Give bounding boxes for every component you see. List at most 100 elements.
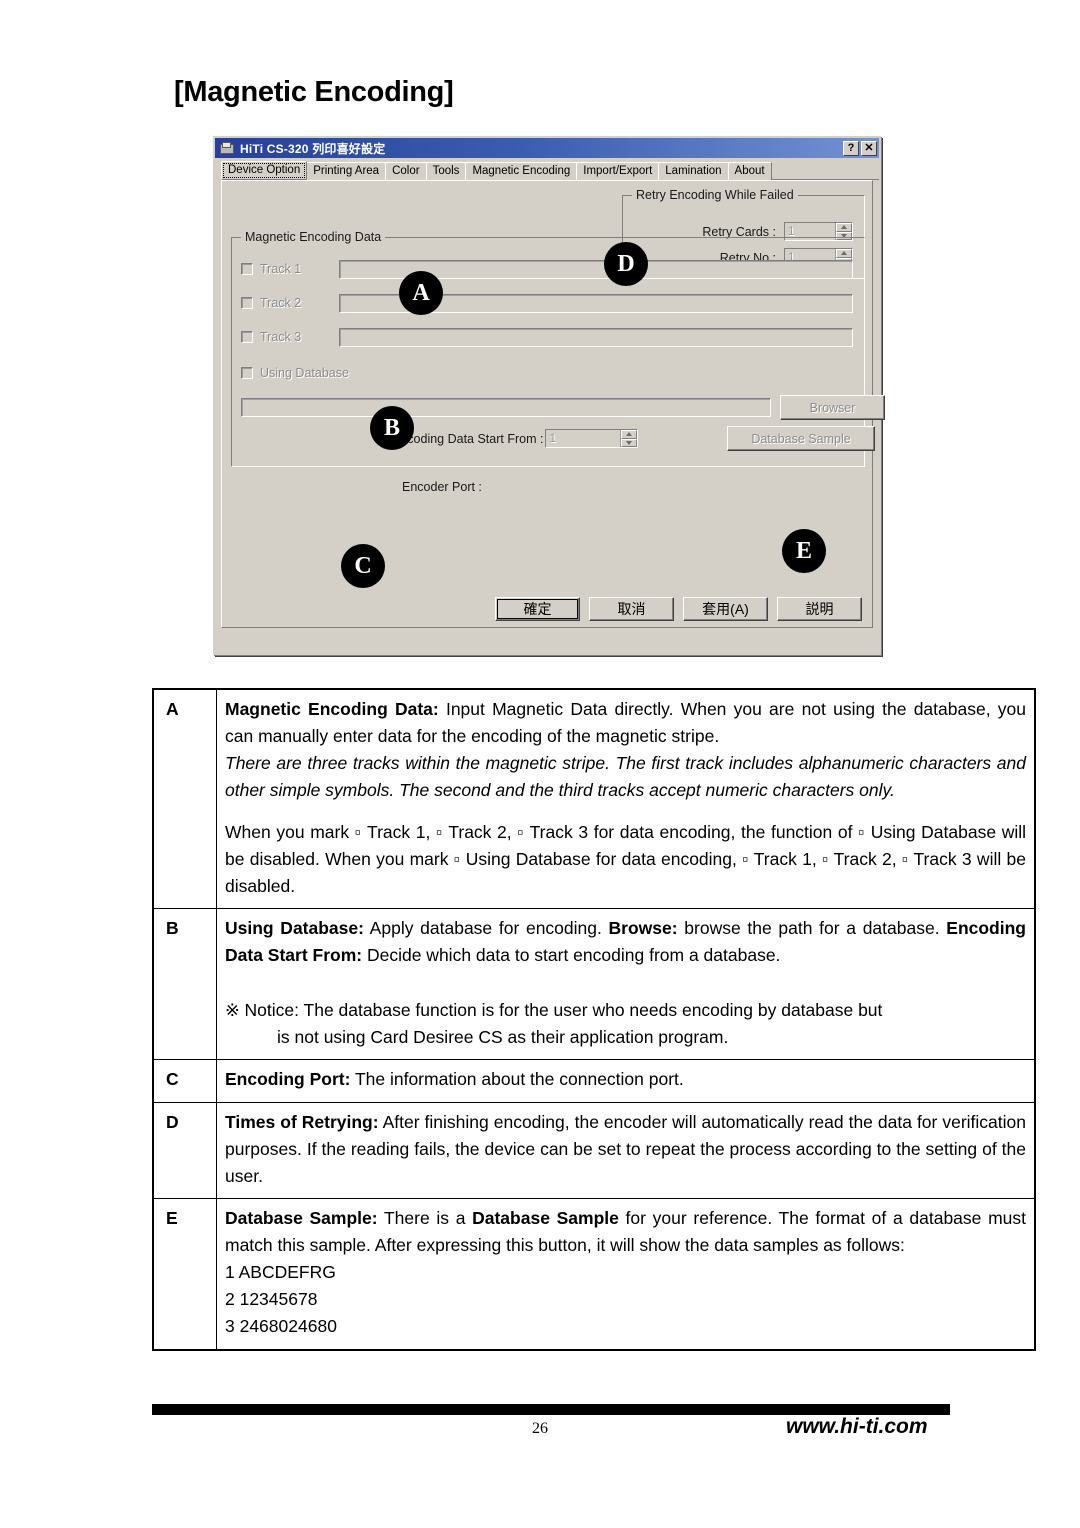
desc-e-sample-3: 3 2468024680	[225, 1316, 337, 1337]
track-3-checkbox[interactable]	[241, 331, 253, 343]
desc-b-t1-rest: Apply database for encoding.	[363, 917, 609, 938]
start-from-value[interactable]: 1	[546, 430, 621, 447]
desc-e-sample-1: 1 ABCDEFRG	[225, 1262, 336, 1283]
track-3-input[interactable]	[339, 328, 853, 347]
titlebar-buttons: ? ✕	[843, 140, 877, 156]
ok-button[interactable]: 確定	[495, 597, 580, 621]
description-table: A Magnetic Encoding Data: Input Magnetic…	[152, 688, 1036, 1351]
apply-button[interactable]: 套用(A)	[683, 597, 768, 621]
track-2-row: Track 2	[241, 296, 330, 310]
desc-a-paragraph-2: There are three tracks within the magnet…	[225, 753, 1026, 801]
track-3-label: Track 3	[260, 330, 302, 344]
desc-e-sample-2: 2 12345678	[225, 1289, 318, 1310]
track-3-row: Track 3	[241, 330, 330, 344]
tab-strip-filler	[770, 160, 879, 180]
desc-d-term: Times of Retrying:	[225, 1111, 379, 1132]
row-key-d: D	[152, 1101, 217, 1199]
row-key-e: E	[152, 1197, 217, 1351]
desc-a-spacer	[225, 805, 1026, 819]
chevron-down-icon[interactable]	[621, 438, 638, 447]
close-icon[interactable]: ✕	[861, 140, 877, 156]
table-row: E Database Sample: There is a Database S…	[152, 1197, 1036, 1351]
start-from-spin-buttons[interactable]	[620, 430, 638, 447]
start-from-label: Encoding Data Start From :	[392, 431, 544, 446]
desc-b-paragraph-1: Using Database: Apply database for encod…	[225, 915, 1026, 969]
row-key-b: B	[152, 907, 217, 1061]
callout-marker-a: A	[399, 271, 443, 315]
row-body-a: Magnetic Encoding Data: Input Magnetic D…	[216, 688, 1036, 909]
track-1-row: Track 1	[241, 262, 330, 276]
dialog-title: HiTi CS-320 列印喜好設定	[240, 141, 386, 156]
row-body-d: Times of Retrying: After finishing encod…	[216, 1101, 1036, 1199]
track-1-checkbox[interactable]	[241, 263, 253, 275]
callout-marker-c: C	[341, 544, 385, 588]
desc-c-term: Encoding Port:	[225, 1069, 351, 1090]
tab-tools[interactable]: Tools	[425, 162, 467, 180]
retry-group-title: Retry Encoding While Failed	[632, 188, 798, 202]
database-sample-button[interactable]: Database Sample	[727, 426, 875, 451]
tab-magnetic-encoding[interactable]: Magnetic Encoding	[465, 162, 578, 180]
row-key-a: A	[152, 688, 217, 909]
desc-c-paragraph: Encoding Port: The information about the…	[225, 1066, 1026, 1093]
desc-d-paragraph: Times of Retrying: After finishing encod…	[225, 1109, 1026, 1190]
using-database-label: Using Database	[260, 366, 349, 380]
table-row: D Times of Retrying: After finishing enc…	[152, 1101, 1036, 1199]
desc-e-term-2: Database Sample	[472, 1207, 619, 1228]
tab-import-export[interactable]: Import/Export	[576, 162, 660, 180]
tab-lamination[interactable]: Lamination	[658, 162, 729, 180]
encoder-port-label: Encoder Port :	[402, 480, 482, 494]
desc-b-notice: ※ Notice: The database function is for t…	[225, 997, 1026, 1051]
row-key-c: C	[152, 1059, 217, 1103]
using-database-row: Using Database	[241, 366, 349, 380]
tab-printing-area[interactable]: Printing Area	[306, 162, 387, 180]
page-title: [Magnetic Encoding]	[174, 76, 454, 108]
desc-c-rest: The information about the connection por…	[350, 1069, 684, 1090]
dialog-button-row: 確定 取消 套用(A) 説明	[222, 597, 872, 621]
chevron-up-icon[interactable]	[836, 223, 852, 232]
desc-e-paragraph: Database Sample: There is a Database Sam…	[225, 1205, 1026, 1259]
chevron-up-icon[interactable]	[621, 430, 638, 439]
tab-page-magnetic-encoding: Retry Encoding While Failed Retry Cards …	[221, 180, 885, 628]
footer-website-url: www.hi-ti.com	[786, 1415, 928, 1438]
help-button[interactable]: 説明	[777, 597, 862, 621]
track-2-label: Track 2	[260, 296, 302, 310]
desc-b-t3-rest: Decide which data to start encoding from…	[362, 945, 781, 965]
desc-b-spacer	[225, 969, 1026, 997]
using-database-checkbox[interactable]	[241, 367, 253, 379]
row-body-b: Using Database: Apply database for encod…	[216, 907, 1036, 1061]
magnetic-data-group-title: Magnetic Encoding Data	[241, 230, 386, 244]
printer-icon	[219, 141, 235, 155]
tab-device-option[interactable]: Device Option	[221, 161, 308, 180]
tab-about[interactable]: About	[727, 162, 772, 180]
magnetic-encoding-data-group: Magnetic Encoding Data Track 1 Track 2 T…	[231, 230, 885, 467]
desc-a-term: Magnetic Encoding Data:	[225, 699, 439, 719]
callout-marker-e: E	[782, 529, 826, 573]
callout-marker-d: D	[604, 242, 648, 286]
table-row: C Encoding Port: The information about t…	[152, 1059, 1036, 1103]
track-1-label: Track 1	[260, 262, 302, 276]
desc-b-term-2: Browse:	[608, 917, 678, 938]
track-2-checkbox[interactable]	[241, 297, 253, 309]
browser-button[interactable]: Browser	[780, 395, 885, 420]
database-path-input[interactable]	[241, 398, 771, 417]
desc-b-t2-rest: browse the path for a database.	[677, 917, 947, 938]
row-body-c: Encoding Port: The information about the…	[216, 1059, 1036, 1103]
help-icon[interactable]: ?	[843, 140, 859, 156]
start-from-stepper[interactable]: 1	[545, 429, 639, 448]
footer-rule	[152, 1404, 950, 1415]
desc-b-term-1: Using Database:	[225, 917, 364, 938]
dialog-titlebar: HiTi CS-320 列印喜好設定 ? ✕	[215, 138, 879, 158]
desc-e-term-1: Database Sample:	[225, 1207, 378, 1228]
desc-b-notice-line-1: ※ Notice: The database function is for t…	[225, 1000, 883, 1021]
table-row: A Magnetic Encoding Data: Input Magnetic…	[152, 688, 1036, 909]
tab-color[interactable]: Color	[385, 162, 427, 180]
desc-e-t1-rest: There is a	[377, 1207, 473, 1228]
tab-bar: Device Option Printing Area Color Tools …	[215, 158, 879, 180]
table-row: B Using Database: Apply database for enc…	[152, 907, 1036, 1061]
desc-b-notice-line-2: is not using Card Desiree CS as their ap…	[277, 1027, 729, 1048]
cancel-button[interactable]: 取消	[589, 597, 674, 621]
printer-preferences-dialog: HiTi CS-320 列印喜好設定 ? ✕ Device Option Pri…	[213, 136, 885, 655]
desc-a-paragraph-3: When you mark ▫ Track 1, ▫ Track 2, ▫ Tr…	[225, 821, 1026, 896]
callout-marker-b: B	[370, 406, 414, 450]
desc-a-paragraph-1: Magnetic Encoding Data: Input Magnetic D…	[225, 696, 1026, 750]
